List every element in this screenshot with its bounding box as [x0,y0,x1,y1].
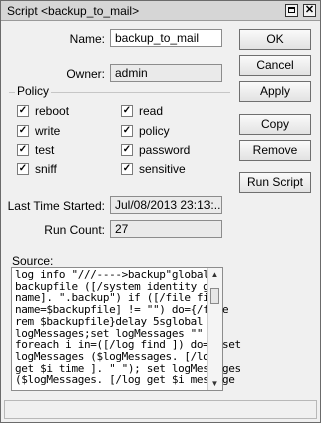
window-title: Script <backup_to_mail> [7,4,140,18]
policy-read-checkbox[interactable]: ✓ [121,105,133,117]
policy-reboot-checkbox[interactable]: ✓ [17,105,29,117]
last-started-label: Last Time Started: [7,199,105,213]
scroll-down-icon[interactable]: ▼ [209,378,220,389]
policy-sniff-label: sniff [35,162,57,176]
policy-read-label: read [139,104,164,118]
run-script-button[interactable]: Run Script [239,172,311,193]
policy-sniff-checkbox[interactable]: ✓ [17,163,29,175]
run-count-label: Run Count: [44,223,105,237]
policy-policy-checkbox[interactable]: ✓ [121,125,133,137]
scroll-up-icon[interactable]: ▲ [209,269,220,280]
policy-test-checkbox[interactable]: ✓ [17,144,29,156]
name-label: Name: [69,32,105,46]
source-label: Source: [12,254,54,268]
policy-password-checkbox[interactable]: ✓ [121,144,133,156]
policy-reboot-label: reboot [35,104,70,118]
status-bar [4,400,317,419]
title-bar[interactable]: Script <backup_to_mail> ✕ [1,1,320,21]
policy-password-label: password [139,143,191,157]
policy-policy-label: policy [139,124,170,138]
apply-button[interactable]: Apply [239,81,311,102]
ok-button[interactable]: OK [239,29,311,50]
script-window: Script <backup_to_mail> ✕ Name: backup_t… [0,0,321,423]
source-textarea[interactable]: log info "///---->backup"global backupfi… [11,267,241,391]
policy-write-label: write [35,124,61,138]
run-count-field: 27 [110,220,222,238]
name-field[interactable]: backup_to_mail [110,29,222,47]
policy-write-checkbox[interactable]: ✓ [17,125,29,137]
source-text: log info "///---->backup"global backupfi… [15,268,241,387]
scroll-thumb[interactable] [210,288,219,304]
cancel-button[interactable]: Cancel [239,55,311,76]
close-icon[interactable]: ✕ [303,4,316,17]
source-scrollbar[interactable]: ▲ ▼ [207,268,222,390]
last-started-field: Jul/08/2013 23:13:... [110,196,222,214]
owner-field: admin [110,64,222,82]
remove-button[interactable]: Remove [239,140,311,161]
owner-label: Owner: [66,67,105,81]
policy-sensitive-checkbox[interactable]: ✓ [121,163,133,175]
policy-test-label: test [35,143,55,157]
policy-sensitive-label: sensitive [139,162,186,176]
maximize-icon[interactable] [285,4,298,17]
copy-button[interactable]: Copy [239,114,311,135]
policy-group-title: Policy [15,84,52,98]
